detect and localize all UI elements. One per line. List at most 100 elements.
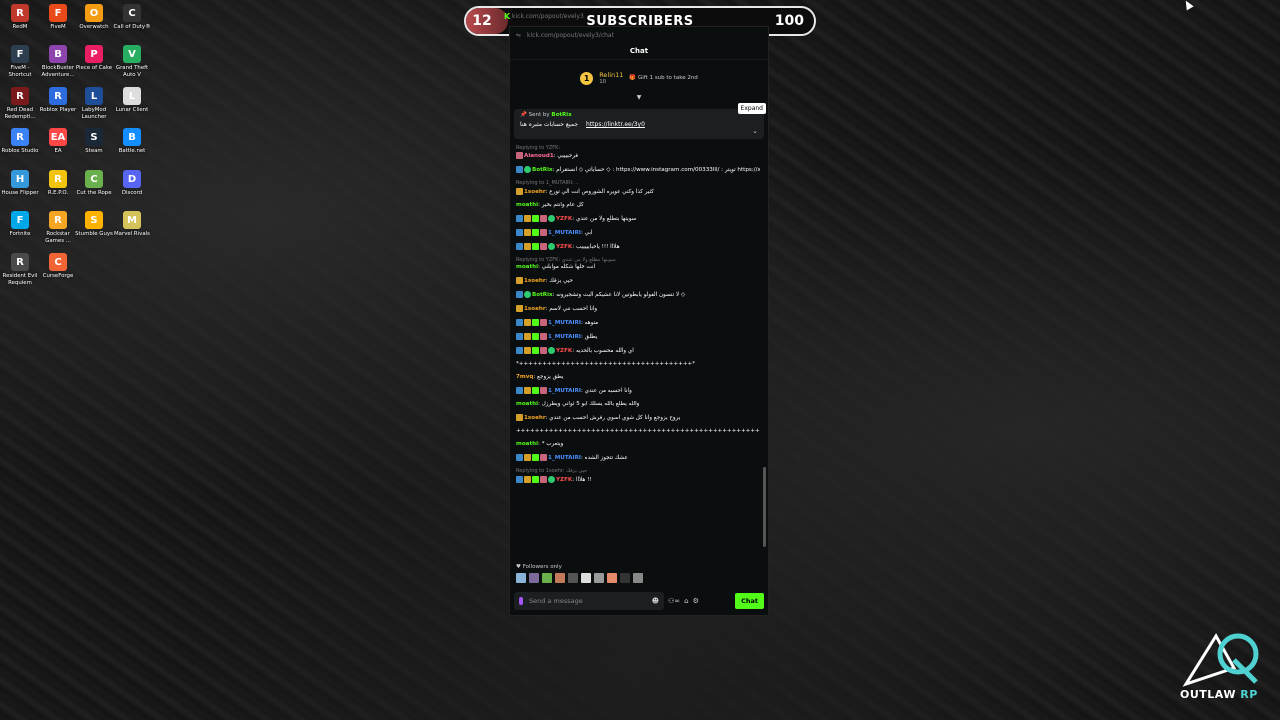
chat-username[interactable]: 1soehr <box>524 415 546 421</box>
emote-6[interactable] <box>581 573 591 583</box>
desktop-icon[interactable]: R R.E.P.O. <box>38 170 78 197</box>
leader-name[interactable]: Relin11 <box>599 71 623 79</box>
desktop-icon[interactable]: S Stumble Guys <box>74 211 114 238</box>
chat-message[interactable]: YZFK: هلااا !!! ياحبايييييب <box>516 242 760 251</box>
chat-message[interactable]: moathi: والله يطلع بالله يسلك ابو 5 ثوان… <box>516 401 760 408</box>
chat-message[interactable]: YZFK: اي والله محسوب بالحديه <box>516 347 760 355</box>
desktop-icon[interactable]: B Battle.net <box>112 128 152 155</box>
pinned-message[interactable]: 📌 Sent by BotRix جميع حسابات مثبره هنا ht… <box>514 103 766 139</box>
message-input[interactable]: Send a message ☻ <box>514 592 664 610</box>
chat-message[interactable]: Replying to YZFK: Alanoud1: فرحييييي <box>516 145 760 161</box>
chat-username[interactable]: moathi <box>516 441 538 447</box>
desktop-icon[interactable]: R Red Dead Redempti... <box>0 87 40 120</box>
send-chat-button[interactable]: Chat <box>735 593 764 609</box>
desktop-icon[interactable]: L Lunar Client <box>112 87 152 114</box>
chat-message[interactable]: ++++++++++++++++++++++++++++++++++++++++… <box>516 428 760 435</box>
emoji-icon[interactable]: ☻ <box>652 597 659 605</box>
chat-message[interactable]: BotRix: حساباتي ◇ انستقرام ◇ : https://w… <box>516 166 760 174</box>
emote-10[interactable] <box>633 573 643 583</box>
chat-username[interactable]: BotRix <box>532 292 553 298</box>
chat-username[interactable]: moathi <box>516 202 538 208</box>
chat-username[interactable]: 1soehr <box>524 306 546 312</box>
users-icon[interactable]: ⚇∞ <box>668 597 680 605</box>
chat-message[interactable]: 1soehr: وانا احسب نني لاسم <box>516 305 760 313</box>
desktop-icon[interactable]: EA EA <box>38 128 78 155</box>
desktop-icon[interactable]: L LabyMod Launcher <box>74 87 114 120</box>
chat-username[interactable]: BotRix <box>532 167 553 173</box>
chat-message[interactable]: moathi: * ويتعرب <box>516 441 760 448</box>
chat-scrollbar[interactable] <box>763 467 766 547</box>
emote-5[interactable] <box>568 573 578 583</box>
pinned-sender[interactable]: BotRix <box>551 112 571 118</box>
chat-username[interactable]: 7mvq <box>516 374 533 380</box>
reply-context[interactable]: Replying to 1_MUTAIRI: .. <box>516 180 760 187</box>
desktop-icon[interactable]: R RedM <box>0 4 40 31</box>
chat-username[interactable]: YZFK <box>556 477 572 483</box>
gear-icon[interactable]: ⚙ <box>693 597 699 605</box>
chat-message[interactable]: 1_MUTAIRI: يطلق <box>516 333 760 341</box>
chat-username[interactable]: 1_MUTAIRI <box>548 320 581 326</box>
desktop-icon[interactable]: R Resident Evil Requiem <box>0 253 40 286</box>
chat-username[interactable]: YZFK <box>556 244 572 250</box>
chat-message[interactable]: Replying to YZFK: سويتها بتطلع ولا من عن… <box>516 257 760 272</box>
chat-message[interactable]: *+++++++++++++++++++++++++++++++++++++* <box>516 361 760 368</box>
desktop-icon[interactable]: M Marvel Rivals <box>112 211 152 238</box>
emote-8[interactable] <box>607 573 617 583</box>
mic-icon[interactable] <box>519 597 523 605</box>
chat-messages[interactable]: Replying to YZFK: Alanoud1: فرحييييي BotRi… <box>516 145 760 585</box>
desktop-icon[interactable]: C Cut the Rope <box>74 170 114 197</box>
desktop-icon[interactable]: S Steam <box>74 128 114 155</box>
emote-1[interactable] <box>516 573 526 583</box>
desktop-icon[interactable]: F FiveM - Shortcut <box>0 45 40 78</box>
chat-message[interactable]: 1soehr: حيي يزقك <box>516 277 760 285</box>
collapse-arrow-icon[interactable]: ▼ <box>510 94 768 101</box>
pinned-link[interactable]: https://linktr.ee/3y0 <box>586 121 645 128</box>
chat-username[interactable]: 1soehr <box>524 278 546 284</box>
desktop-icon[interactable]: P Piece of Cake <box>74 45 114 72</box>
chat-username[interactable]: Alanoud1 <box>524 153 554 159</box>
desktop-icon[interactable]: R Roblox Studio <box>0 128 40 155</box>
chat-message[interactable]: 1_MUTAIRI: عشك تتجوز الشده <box>516 454 760 462</box>
chat-message[interactable]: Replying to 1soehr: حيي يزقك YZFK: هلااا … <box>516 468 760 484</box>
chat-username[interactable]: 1_MUTAIRI <box>548 230 581 236</box>
desktop-icon[interactable]: F Fortnite <box>0 211 40 238</box>
chevron-down-icon[interactable]: ⌄ <box>752 127 758 135</box>
desktop-icon[interactable]: H House Flipper <box>0 170 40 197</box>
chat-username[interactable]: 1_MUTAIRI <box>548 334 581 340</box>
desktop-icon[interactable]: O Overwatch <box>74 4 114 31</box>
chat-message[interactable]: 1_MUTAIRI: ابي <box>516 228 760 237</box>
chat-message[interactable]: 7mvq: يطق يزوجع <box>516 374 760 381</box>
chat-username[interactable]: YZFK <box>556 216 572 222</box>
desktop-icon[interactable]: B BlockBuster Adventure... <box>38 45 78 78</box>
emote-9[interactable] <box>620 573 630 583</box>
desktop-icon[interactable]: F FiveM <box>38 4 78 31</box>
chat-username[interactable]: 1_MUTAIRI <box>548 455 581 461</box>
chat-username[interactable]: 1soehr <box>524 189 546 195</box>
chat-message[interactable]: 1_MUTAIRI: وانا احسبه من عندي <box>516 387 760 395</box>
desktop-icon[interactable]: R Rockstar Games ... <box>38 211 78 244</box>
emote-3[interactable] <box>542 573 552 583</box>
chat-username[interactable]: 1_MUTAIRI <box>548 388 581 394</box>
reply-context[interactable]: Replying to 1soehr: حيي يزقك <box>516 468 760 475</box>
chat-message[interactable]: YZFK: سويتها بتطلع ولا من عندي <box>516 214 760 223</box>
desktop-icon[interactable]: V Grand Theft Auto V <box>112 45 152 78</box>
chat-message[interactable]: 1soehr: يروح يزوجع وانا كل شوي اسوي رفرش… <box>516 414 760 422</box>
chat-message[interactable]: Replying to 1_MUTAIRI: .. 1soehr: كثير كذ… <box>516 180 760 196</box>
chat-message[interactable]: BotRix: لا تنسون الفولو يابطوتين لانا عش… <box>516 291 760 299</box>
emote-bar[interactable] <box>516 573 643 583</box>
chat-message[interactable]: 1_MUTAIRI: متوهه <box>516 319 760 327</box>
emote-2[interactable] <box>529 573 539 583</box>
chat-message[interactable]: moathi: كل عام وانتم بخير <box>516 202 760 209</box>
emote-7[interactable] <box>594 573 604 583</box>
emote-4[interactable] <box>555 573 565 583</box>
address-bar[interactable]: ⇋ kick.com/popout/evely3/chat <box>510 27 768 43</box>
desktop-icon[interactable]: C CurseForge <box>38 253 78 280</box>
desktop-icon[interactable]: R Roblox Player <box>38 87 78 114</box>
chat-username[interactable]: moathi <box>516 264 538 270</box>
reply-context[interactable]: Replying to YZFK: <box>516 145 760 152</box>
desktop-icon[interactable]: D Discord <box>112 170 152 197</box>
desktop-icon[interactable]: C Call of Duty® <box>112 4 152 31</box>
chat-username[interactable]: moathi <box>516 401 538 407</box>
store-icon[interactable]: ⌂ <box>684 597 688 605</box>
chat-username[interactable]: YZFK <box>556 348 572 354</box>
